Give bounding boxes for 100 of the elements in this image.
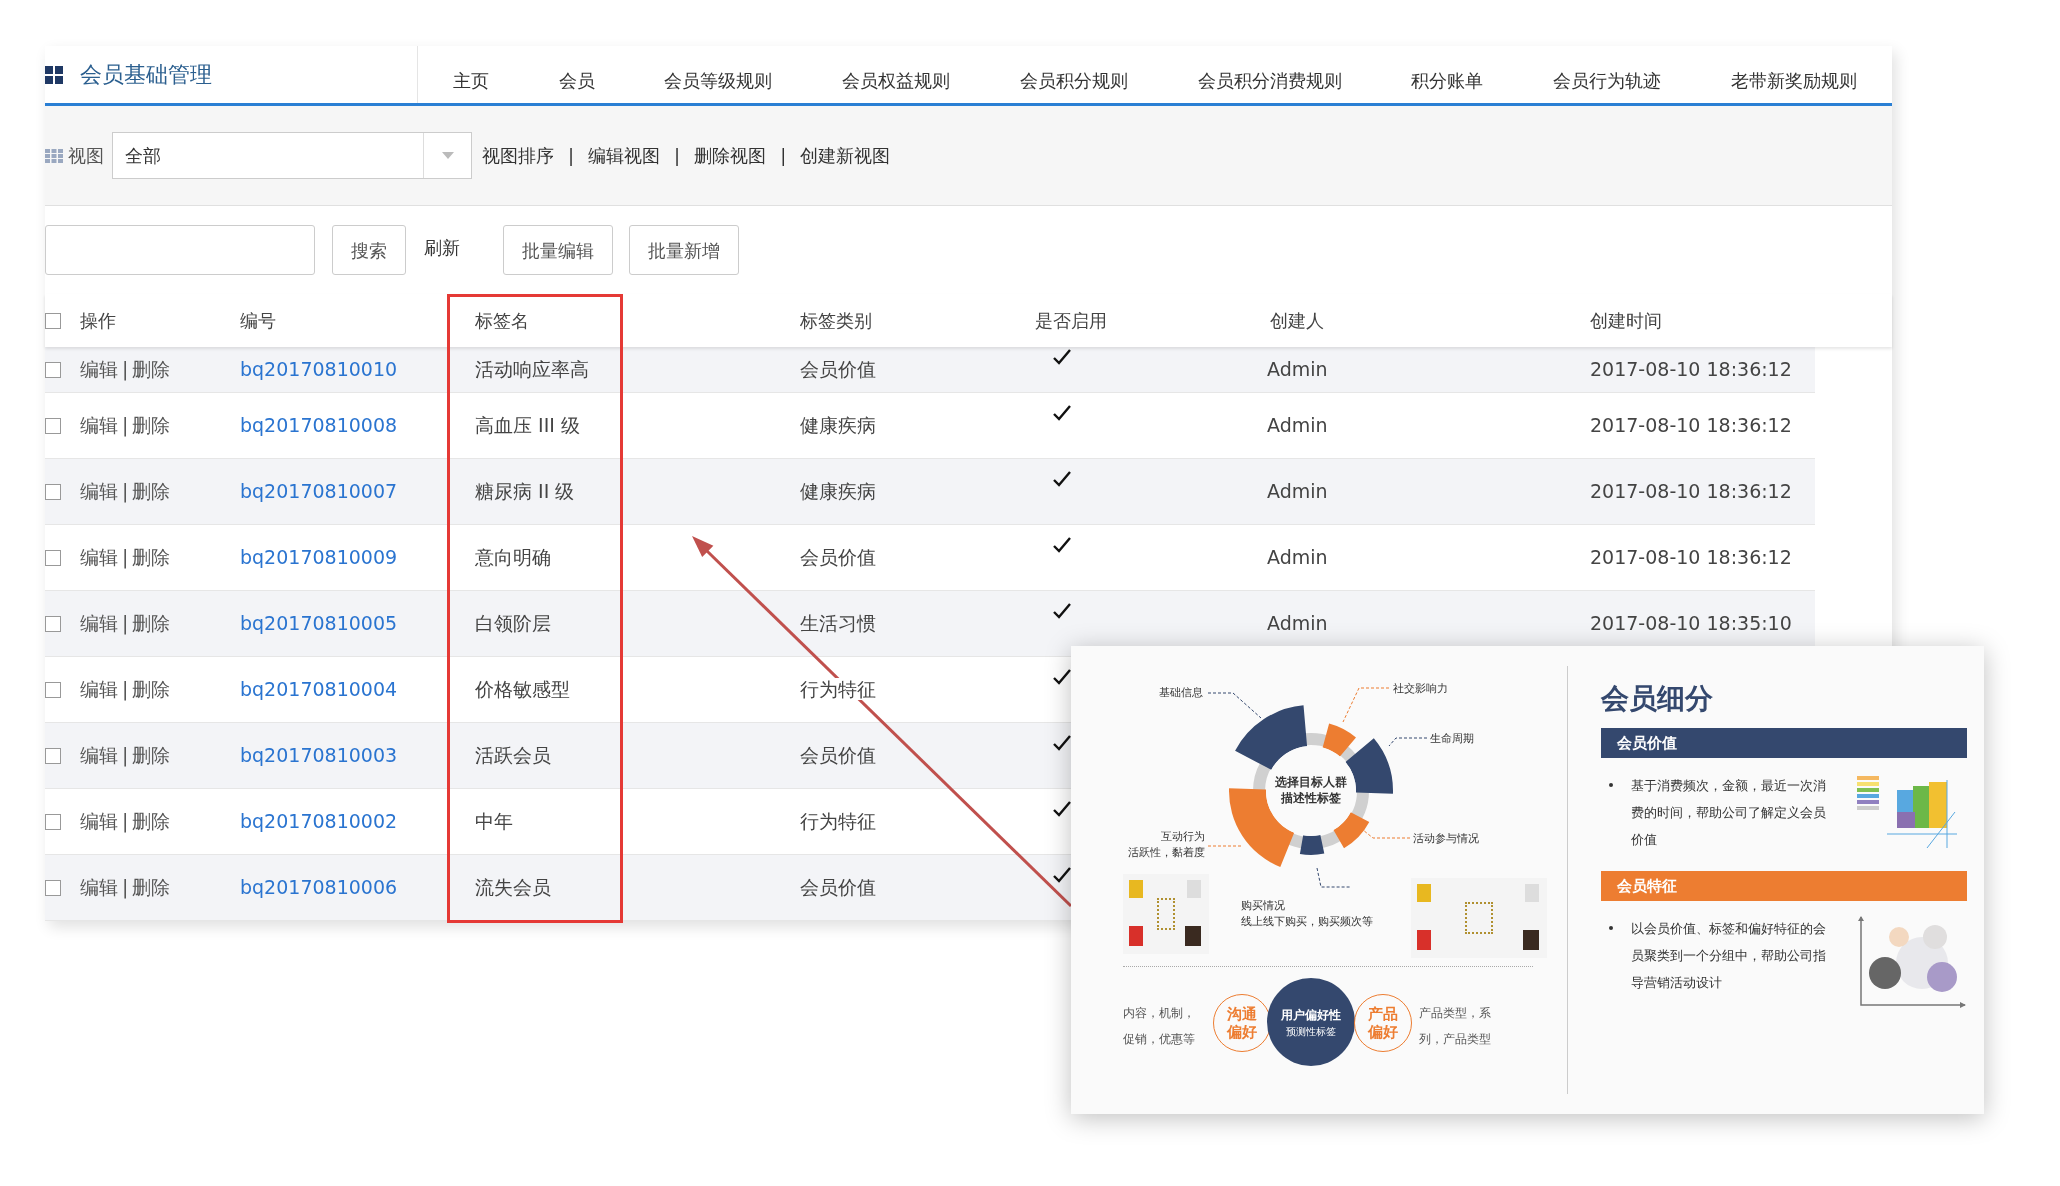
leader-line <box>1316 867 1352 888</box>
view-select[interactable]: 全部 <box>112 132 472 179</box>
view-link[interactable]: 编辑视图 <box>588 142 661 169</box>
edit-link[interactable]: 编辑 <box>80 411 118 440</box>
delete-link[interactable]: 删除 <box>132 355 171 384</box>
delete-link[interactable]: 删除 <box>132 477 171 506</box>
link-separator: | <box>122 677 129 703</box>
leader-line <box>1342 687 1390 723</box>
toolbar-button[interactable]: 批量新增 <box>629 225 739 275</box>
toolbar-button[interactable]: 批量编辑 <box>503 225 613 275</box>
view-link[interactable]: 删除视图 <box>694 142 767 169</box>
refresh-link[interactable]: 刷新 <box>424 233 460 261</box>
column-header: 标签名 <box>475 310 529 331</box>
id-link[interactable]: bq20170810004 <box>240 678 398 701</box>
caret-icon <box>441 152 454 159</box>
nav-tab[interactable]: 会员行为轨迹 <box>1553 67 1662 94</box>
nav-tab[interactable]: 老带新奖励规则 <box>1731 67 1857 94</box>
checkbox[interactable] <box>45 549 61 566</box>
id-link[interactable]: bq20170810010 <box>240 358 398 381</box>
link-separator: | <box>568 144 575 168</box>
section-banner: 会员价值 <box>1601 728 1967 758</box>
bullet-text: 以会员价值、标签和偏好特征的会员聚类到一个分组中，帮助公司指导营销活动设计 <box>1631 920 1827 992</box>
table-cell: 高血压 III 级 <box>475 414 580 437</box>
delete-link[interactable]: 删除 <box>132 741 171 770</box>
link-separator: | <box>122 545 129 571</box>
id-link[interactable]: bq20170810002 <box>240 810 398 833</box>
table-cell: 糖尿病 II 级 <box>475 480 575 503</box>
checkbox[interactable] <box>45 747 61 764</box>
delete-link[interactable]: 删除 <box>132 609 171 638</box>
link-separator: | <box>122 357 129 383</box>
checkbox[interactable] <box>45 361 61 378</box>
table-cell: 流失会员 <box>475 876 551 899</box>
id-link[interactable]: bq20170810009 <box>240 546 398 569</box>
link-separator: | <box>122 479 129 505</box>
checkbox[interactable] <box>45 483 61 500</box>
preference-text: 内容，机制， 促销，优惠等 <box>1123 1005 1195 1048</box>
delete-link[interactable]: 删除 <box>132 675 171 704</box>
column-header: 创建人 <box>1270 310 1324 331</box>
table-cell: 意向明确 <box>475 546 551 569</box>
delete-link[interactable]: 删除 <box>132 807 171 836</box>
leader-line <box>1362 829 1411 839</box>
id-link[interactable]: bq20170810006 <box>240 876 398 899</box>
nav-tab[interactable]: 会员 <box>558 67 595 94</box>
edit-link[interactable]: 编辑 <box>80 807 118 836</box>
table-cell: 2017-08-10 18:36:12 <box>1590 480 1792 503</box>
grid-icon <box>45 65 63 84</box>
checkbox[interactable] <box>45 417 61 434</box>
diagram-label: 基础信息 <box>1159 685 1203 701</box>
delete-link[interactable]: 删除 <box>132 411 171 440</box>
bullet-icon <box>1609 926 1613 930</box>
table-cell: 行为特征 <box>800 678 876 701</box>
id-link[interactable]: bq20170810008 <box>240 414 398 437</box>
app-title: 会员基础管理 <box>80 61 212 89</box>
table-cell: Admin <box>1267 546 1328 569</box>
table-cell: 白领阶层 <box>475 612 551 635</box>
leader-line <box>1388 737 1428 747</box>
edit-link[interactable]: 编辑 <box>80 675 118 704</box>
edit-link[interactable]: 编辑 <box>80 873 118 902</box>
checkbox[interactable] <box>45 681 61 698</box>
leader-line <box>1207 692 1262 719</box>
table-cell: 健康疾病 <box>800 480 876 503</box>
view-link[interactable]: 视图排序 <box>482 142 554 169</box>
checkbox[interactable] <box>45 615 61 632</box>
checkbox[interactable] <box>45 813 61 830</box>
edit-link[interactable]: 编辑 <box>80 543 118 572</box>
nav-tab[interactable]: 积分账单 <box>1411 67 1484 94</box>
edit-link[interactable]: 编辑 <box>80 477 118 506</box>
table-cell: 2017-08-10 18:36:12 <box>1590 414 1792 437</box>
view-link[interactable]: 创建新视图 <box>800 142 891 169</box>
column-header: 是否启用 <box>1035 310 1107 331</box>
section-banner: 会员特征 <box>1601 871 1967 901</box>
id-link[interactable]: bq20170810003 <box>240 744 398 767</box>
edit-link[interactable]: 编辑 <box>80 355 118 384</box>
edit-link[interactable]: 编辑 <box>80 741 118 770</box>
grid-icon <box>45 148 63 163</box>
table-cell: Admin <box>1267 612 1328 635</box>
nav-tab[interactable]: 会员等级规则 <box>664 67 773 94</box>
toolbar-button[interactable]: 搜索 <box>332 225 406 275</box>
edit-link[interactable]: 编辑 <box>80 609 118 638</box>
nav-tab[interactable]: 会员积分规则 <box>1019 67 1128 94</box>
checkbox[interactable] <box>45 879 61 896</box>
id-link[interactable]: bq20170810005 <box>240 612 398 635</box>
column-header: 标签类别 <box>800 310 872 331</box>
delete-link[interactable]: 删除 <box>132 543 171 572</box>
search-field[interactable] <box>45 225 315 275</box>
diagram-label: 购买情况 线上线下购买，购买频次等 <box>1241 898 1373 930</box>
id-link[interactable]: bq20170810007 <box>240 480 398 503</box>
column-header: 创建时间 <box>1590 310 1662 331</box>
view-label: 视图 <box>68 144 104 168</box>
table-cell: 2017-08-10 18:36:12 <box>1590 358 1792 381</box>
link-separator: | <box>780 144 787 168</box>
table-cell: 生活习惯 <box>800 612 876 635</box>
nav-tab[interactable]: 会员权益规则 <box>842 67 951 94</box>
diagram-label: 生命周期 <box>1430 731 1474 747</box>
checkbox[interactable] <box>45 312 61 329</box>
nav-tab[interactable]: 会员积分消费规则 <box>1197 67 1342 94</box>
table-cell: 价格敏感型 <box>475 678 570 701</box>
delete-link[interactable]: 删除 <box>132 873 171 902</box>
table-cell: 2017-08-10 18:35:10 <box>1590 612 1792 635</box>
nav-tab[interactable]: 主页 <box>452 67 489 94</box>
